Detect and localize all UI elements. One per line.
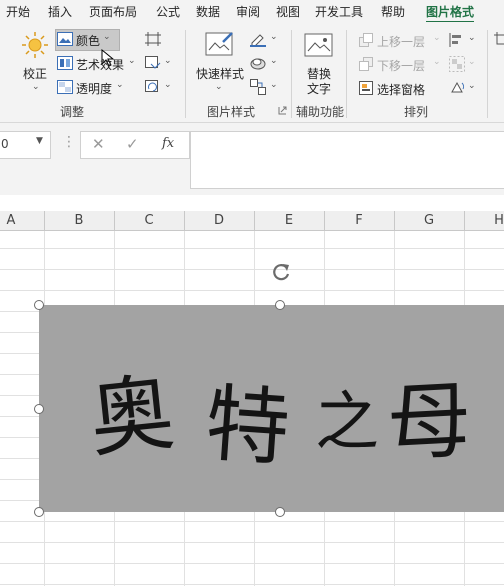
picture-border-icon[interactable] (250, 31, 266, 47)
transparency-icon (57, 80, 73, 94)
name-box-value: 0 (1, 137, 9, 151)
bring-forward-icon (359, 33, 373, 47)
chevron-down-icon[interactable]: ▼ (36, 136, 43, 146)
chevron-down-icon: ⌄ (103, 32, 111, 42)
group-objects-icon[interactable] (449, 56, 465, 72)
send-backward-icon (359, 57, 373, 71)
more-options-icon: ⋮ (62, 134, 76, 150)
column-header-h[interactable]: H (464, 213, 504, 228)
tab-page-layout[interactable]: 页面布局 (89, 3, 137, 20)
column-header-g[interactable]: G (394, 213, 464, 228)
artistic-effects-button[interactable]: 艺术效果 (76, 56, 124, 73)
tab-review[interactable]: 审阅 (236, 3, 260, 20)
tab-view[interactable]: 视图 (276, 3, 300, 20)
chevron-down-icon: ⌄ (128, 56, 136, 66)
group-divider (185, 30, 186, 118)
crop-icon[interactable] (494, 32, 504, 48)
alt-text-icon (304, 33, 333, 57)
group-label-arrange: 排列 (404, 105, 429, 119)
dialog-launcher-icon[interactable] (278, 106, 287, 115)
rotate-handle-icon[interactable] (270, 262, 292, 284)
column-header-d[interactable]: D (184, 213, 254, 228)
column-headers: A B C D E F G H (0, 211, 504, 231)
tab-developer[interactable]: 开发工具 (315, 3, 363, 20)
chevron-down-icon: ⌄ (270, 80, 278, 90)
tab-picture-format[interactable]: 图片格式 (426, 3, 475, 24)
send-backward-button[interactable]: 下移一层 (377, 57, 425, 74)
chevron-down-icon: ⌄ (215, 82, 223, 92)
transparency-button[interactable]: 透明度 (76, 80, 112, 97)
chevron-down-icon: ⌄ (468, 81, 476, 91)
chevron-down-icon: ⌄ (270, 56, 278, 66)
tab-formulas[interactable]: 公式 (156, 3, 180, 20)
chevron-down-icon: ⌄ (164, 56, 172, 66)
tab-insert[interactable]: 插入 (48, 3, 72, 20)
calligraphy-char-1: 奥 (84, 362, 179, 470)
selection-pane-button[interactable]: 选择窗格 (377, 81, 425, 98)
column-header-a[interactable]: A (0, 213, 22, 228)
calligraphy-char-3: 之 (315, 386, 379, 460)
insert-function-icon[interactable]: fx (162, 136, 174, 151)
reset-picture-icon[interactable] (145, 80, 161, 94)
artistic-effects-icon (57, 56, 73, 70)
resize-handle-top-left[interactable] (34, 300, 44, 310)
resize-handle-top[interactable] (275, 300, 285, 310)
quick-styles-button[interactable]: 快速样式 (196, 65, 244, 82)
sun-icon (22, 32, 48, 58)
correct-button[interactable]: 校正 (23, 65, 47, 82)
group-divider (346, 30, 347, 118)
tab-home[interactable]: 开始 (6, 3, 30, 20)
chevron-down-icon: ⌄ (32, 82, 40, 92)
tab-help[interactable]: 帮助 (381, 3, 405, 20)
group-label-picture-styles: 图片样式 (207, 105, 256, 119)
chevron-down-icon: ⌄ (468, 33, 476, 43)
formula-buttons: ✕ ✓ fx (80, 131, 190, 159)
chevron-down-icon: ⌄ (164, 80, 172, 90)
chevron-down-icon: ⌄ (433, 33, 441, 43)
ribbon-tab-bar: 开始 插入 页面布局 公式 数据 审阅 视图 开发工具 帮助 图片格式 (0, 0, 504, 24)
formula-input[interactable] (190, 131, 504, 189)
picture-layout-icon[interactable] (250, 79, 266, 95)
resize-handle-left[interactable] (34, 404, 44, 414)
selection-pane-icon (359, 81, 373, 95)
resize-handle-bottom[interactable] (275, 507, 285, 517)
calligraphy-char-2: 特 (202, 374, 293, 478)
enter-icon[interactable]: ✓ (126, 135, 139, 153)
name-box[interactable]: 0 ▼ (0, 131, 51, 159)
cancel-icon[interactable]: ✕ (92, 135, 105, 153)
calligraphy-char-4: 母 (384, 370, 474, 474)
group-label-adjust: 调整 (60, 105, 85, 119)
group-divider (291, 30, 292, 118)
column-header-e[interactable]: E (254, 213, 324, 228)
column-header-c[interactable]: C (114, 213, 184, 228)
chevron-down-icon: ⌄ (468, 57, 476, 67)
calligraphy-picture[interactable]: 奥 特 之 母 (39, 305, 504, 512)
chevron-down-icon: ⌄ (270, 32, 278, 42)
quick-styles-icon (205, 32, 233, 56)
column-header-b[interactable]: B (44, 213, 114, 228)
group-label-accessibility: 辅助功能 (296, 105, 345, 119)
chevron-down-icon: ⌄ (433, 57, 441, 67)
tab-data[interactable]: 数据 (196, 3, 220, 20)
resize-handle-bottom-left[interactable] (34, 507, 44, 517)
group-divider (487, 30, 488, 118)
bring-forward-button[interactable]: 上移一层 (377, 33, 425, 50)
align-icon[interactable] (449, 32, 465, 48)
rotate-icon[interactable] (449, 80, 465, 96)
change-picture-icon[interactable] (145, 56, 161, 70)
color-picture-icon (57, 32, 73, 46)
column-header-f[interactable]: F (324, 213, 394, 228)
ribbon: 校正 ⌄ 颜色 ⌄ 艺术效果 ⌄ 透明度 ⌄ ⌄ ⌄ 调整 快速样式 ⌄ ⌄ ⌄… (0, 22, 504, 123)
color-label: 颜色 (76, 34, 101, 48)
alt-text-label-line2[interactable]: 文字 (307, 80, 331, 97)
picture-effects-icon[interactable] (250, 55, 266, 71)
compress-pictures-icon[interactable] (145, 32, 161, 46)
chevron-down-icon: ⌄ (116, 80, 124, 90)
